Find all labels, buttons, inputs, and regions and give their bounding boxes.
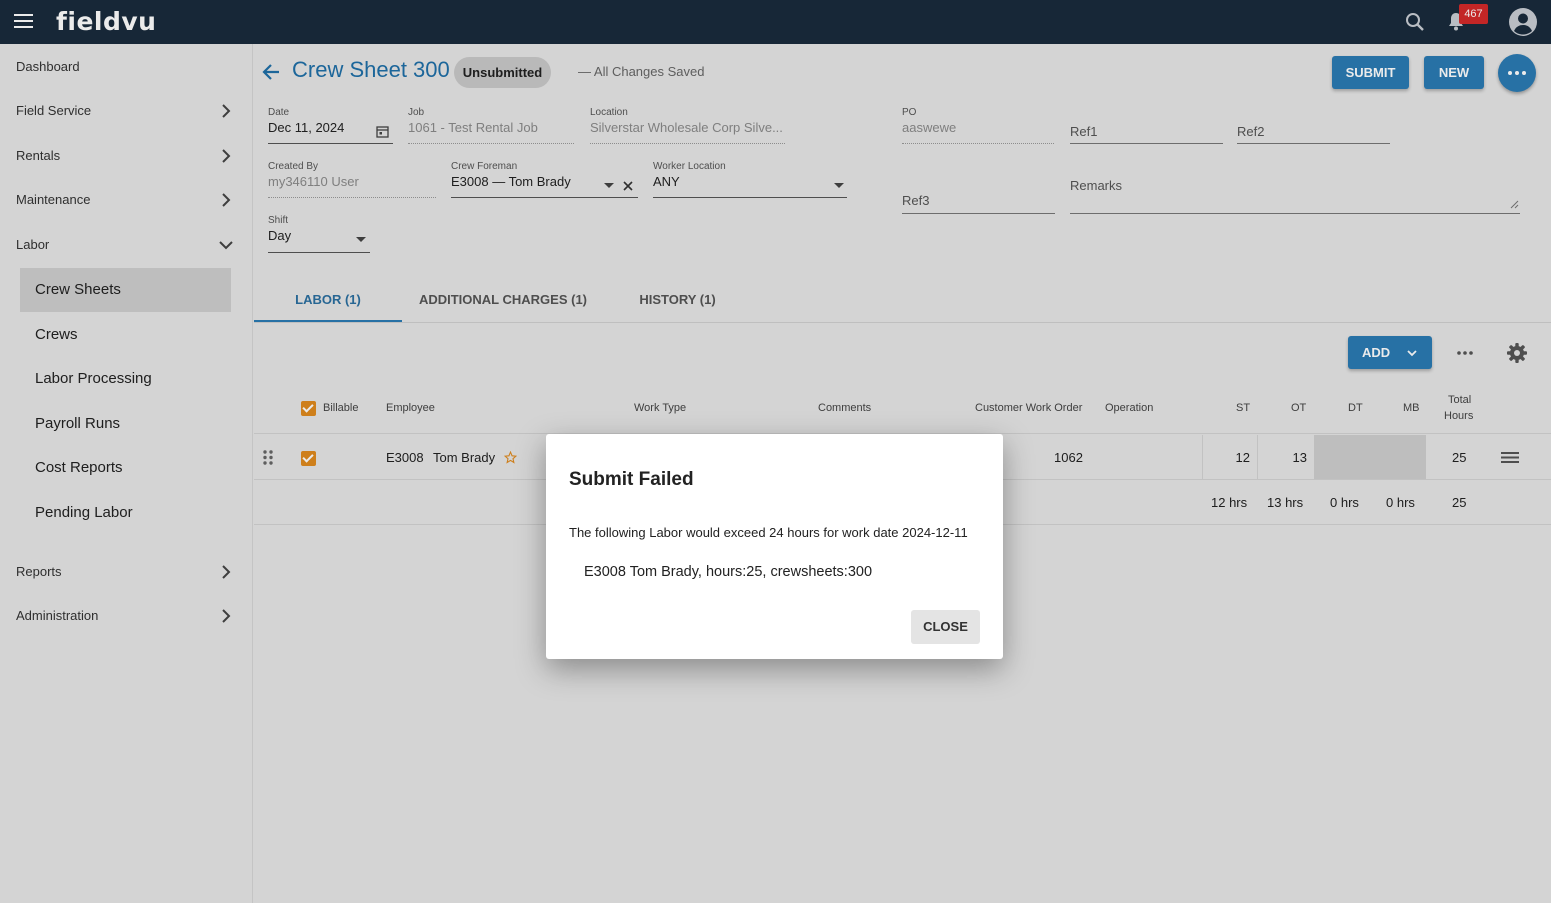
close-button[interactable]: CLOSE	[911, 610, 980, 644]
dialog-title: Submit Failed	[569, 469, 694, 490]
submit-failed-dialog: Submit Failed The following Labor would …	[546, 434, 1003, 659]
dialog-detail: E3008 Tom Brady, hours:25, crewsheets:30…	[584, 564, 873, 580]
dialog-message: The following Labor would exceed 24 hour…	[569, 525, 968, 540]
